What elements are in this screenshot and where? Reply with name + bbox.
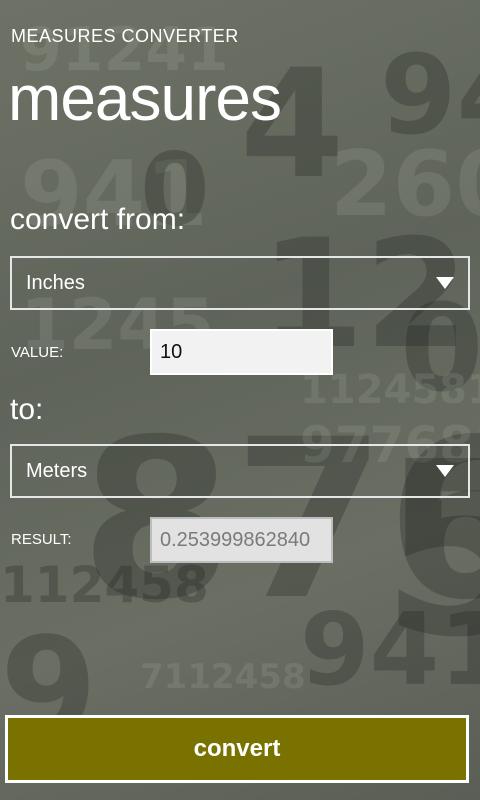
chevron-down-icon <box>436 277 454 289</box>
app-title: MEASURES CONVERTER <box>11 26 239 46</box>
to-unit-selected: Meters <box>26 459 88 482</box>
chevron-down-icon <box>436 465 454 477</box>
to-unit-dropdown[interactable]: Meters <box>10 444 470 498</box>
value-input[interactable]: 10 <box>150 329 333 375</box>
value-label: VALUE: <box>11 344 64 361</box>
convert-from-label: convert from: <box>10 203 186 236</box>
to-label: to: <box>10 393 44 426</box>
result-output[interactable]: 0.253999862840 <box>150 517 333 563</box>
convert-button-label: convert <box>193 735 281 762</box>
from-unit-selected: Inches <box>26 271 85 294</box>
convert-button[interactable]: convert <box>5 715 469 783</box>
page-title: measures <box>8 62 282 134</box>
from-unit-dropdown[interactable]: Inches <box>10 256 470 310</box>
result-label: RESULT: <box>11 531 72 548</box>
